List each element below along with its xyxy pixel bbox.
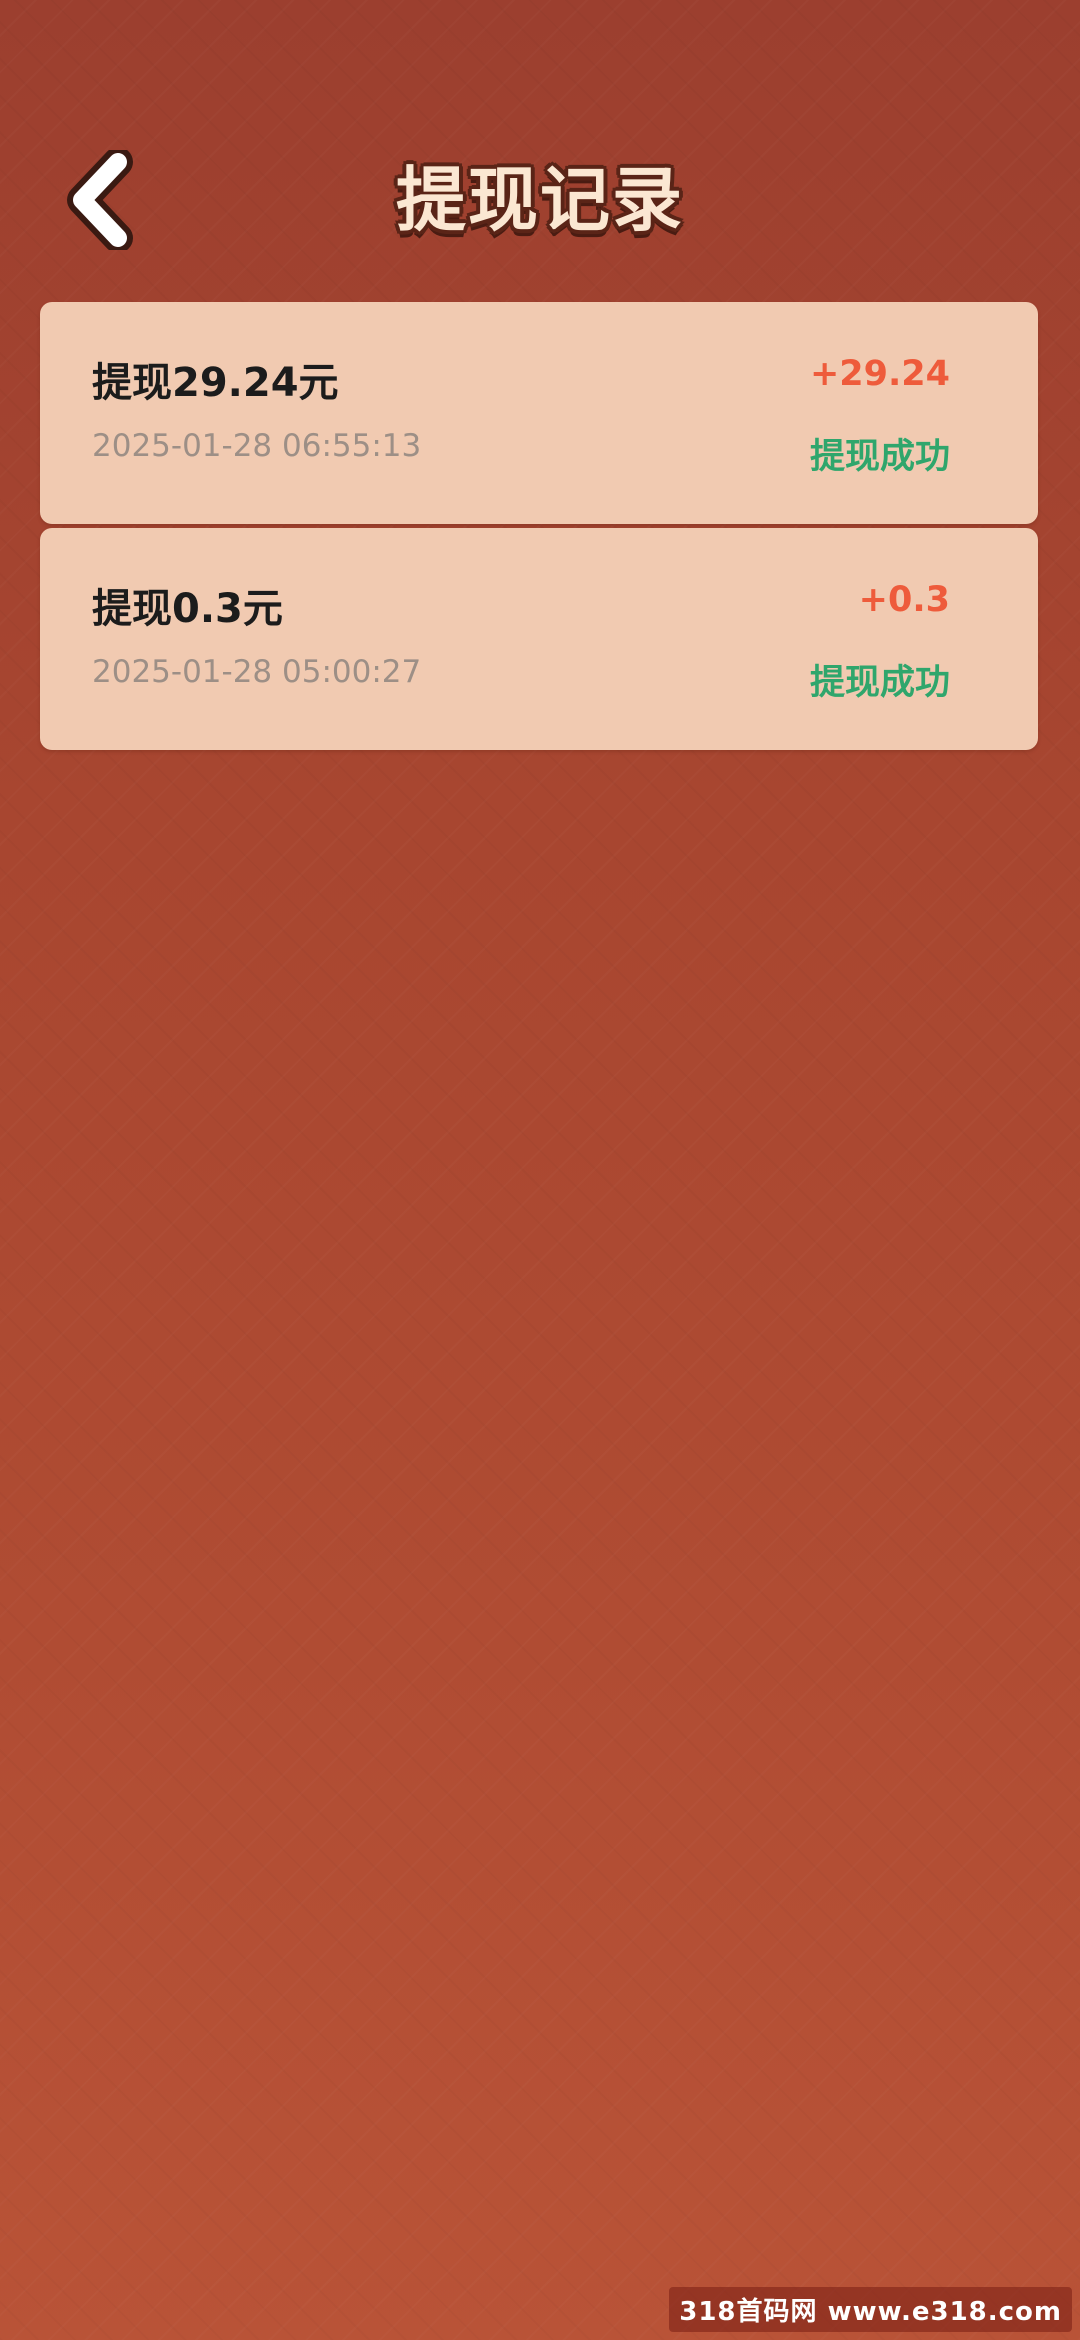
record-amount: +29.24 bbox=[809, 354, 950, 394]
record-title: 提现0.3元 bbox=[92, 586, 283, 632]
record-amount: +0.3 bbox=[858, 580, 950, 620]
withdraw-record-list: 提现29.24元 2025-01-28 06:55:13 +29.24 提现成功… bbox=[40, 302, 1038, 754]
page-title: 提现记录 bbox=[396, 159, 684, 241]
record-status: 提现成功 bbox=[809, 663, 950, 703]
record-time: 2025-01-28 05:00:27 bbox=[92, 654, 422, 690]
watermark: 318首码网 www.e318.com bbox=[669, 2287, 1072, 2332]
header: 提现记录 bbox=[0, 140, 1080, 260]
list-item[interactable]: 提现29.24元 2025-01-28 06:55:13 +29.24 提现成功 bbox=[40, 302, 1038, 524]
record-title: 提现29.24元 bbox=[92, 360, 339, 406]
record-time: 2025-01-28 06:55:13 bbox=[92, 428, 422, 464]
list-item[interactable]: 提现0.3元 2025-01-28 05:00:27 +0.3 提现成功 bbox=[40, 528, 1038, 750]
record-status: 提现成功 bbox=[809, 437, 950, 477]
